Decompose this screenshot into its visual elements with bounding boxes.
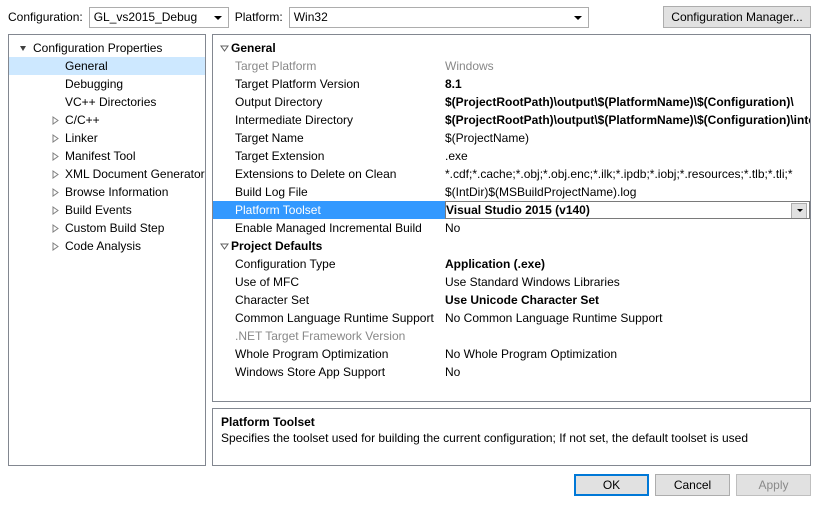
chevron-right-icon (49, 168, 61, 180)
property-row[interactable]: Output Directory$(ProjectRootPath)\outpu… (213, 93, 810, 111)
property-value[interactable]: Visual Studio 2015 (v140) (445, 201, 810, 219)
description-title: Platform Toolset (221, 415, 802, 429)
property-name: Target Platform Version (213, 77, 445, 91)
property-row[interactable]: Common Language Runtime SupportNo Common… (213, 309, 810, 327)
property-row[interactable]: Extensions to Delete on Clean*.cdf;*.cac… (213, 165, 810, 183)
property-value[interactable]: Use Unicode Character Set (445, 293, 810, 307)
chevron-down-icon (17, 42, 29, 54)
property-value[interactable]: Use Standard Windows Libraries (445, 275, 810, 289)
property-row[interactable]: Platform ToolsetVisual Studio 2015 (v140… (213, 201, 810, 219)
tree-item[interactable]: Manifest Tool (9, 147, 205, 165)
property-value[interactable]: No (445, 221, 810, 235)
property-name: Build Log File (213, 185, 445, 199)
description-panel: Platform Toolset Specifies the toolset u… (212, 408, 811, 466)
property-name: Intermediate Directory (213, 113, 445, 127)
main-area: Configuration PropertiesGeneralDebugging… (0, 34, 819, 466)
property-value[interactable]: Windows (445, 59, 810, 73)
property-row[interactable]: Use of MFCUse Standard Windows Libraries (213, 273, 810, 291)
chevron-right-icon (49, 240, 61, 252)
configuration-manager-button[interactable]: Configuration Manager... (663, 6, 811, 28)
property-name: Enable Managed Incremental Build (213, 221, 445, 235)
property-name: Extensions to Delete on Clean (213, 167, 445, 181)
property-value[interactable]: 8.1 (445, 77, 810, 91)
property-row[interactable]: Target Platform Version8.1 (213, 75, 810, 93)
property-value[interactable]: $(ProjectRootPath)\output\$(PlatformName… (445, 113, 810, 127)
property-name: Platform Toolset (213, 203, 445, 217)
chevron-down-icon (217, 242, 231, 251)
toolbar: Configuration: GL_vs2015_Debug Platform:… (0, 0, 819, 34)
chevron-right-icon (49, 186, 61, 198)
tree-item[interactable]: General (9, 57, 205, 75)
property-name: Target Extension (213, 149, 445, 163)
tree-item[interactable]: XML Document Generator (9, 165, 205, 183)
property-name: Character Set (213, 293, 445, 307)
property-row[interactable]: .NET Target Framework Version (213, 327, 810, 345)
description-text: Specifies the toolset used for building … (221, 431, 802, 445)
chevron-right-icon (49, 132, 61, 144)
tree-item[interactable]: Debugging (9, 75, 205, 93)
property-name: Common Language Runtime Support (213, 311, 445, 325)
property-name: .NET Target Framework Version (213, 329, 445, 343)
property-row[interactable]: Enable Managed Incremental BuildNo (213, 219, 810, 237)
tree-panel[interactable]: Configuration PropertiesGeneralDebugging… (8, 34, 206, 466)
property-value[interactable]: No (445, 365, 810, 379)
property-value[interactable]: No Common Language Runtime Support (445, 311, 810, 325)
property-row[interactable]: Build Log File$(IntDir)$(MSBuildProjectN… (213, 183, 810, 201)
footer: OK Cancel Apply (0, 466, 819, 504)
tree-item[interactable]: Linker (9, 129, 205, 147)
property-name: Target Name (213, 131, 445, 145)
property-value[interactable]: No Whole Program Optimization (445, 347, 810, 361)
ok-button[interactable]: OK (574, 474, 649, 496)
configuration-combo[interactable]: GL_vs2015_Debug (89, 7, 229, 28)
group-header[interactable]: Project Defaults (213, 237, 810, 255)
chevron-right-icon (49, 150, 61, 162)
configuration-value: GL_vs2015_Debug (94, 10, 197, 24)
property-row[interactable]: Target PlatformWindows (213, 57, 810, 75)
property-row[interactable]: Target Extension.exe (213, 147, 810, 165)
property-grid[interactable]: GeneralTarget PlatformWindowsTarget Plat… (212, 34, 811, 402)
group-header[interactable]: General (213, 39, 810, 57)
property-row[interactable]: Configuration TypeApplication (.exe) (213, 255, 810, 273)
property-value[interactable]: .exe (445, 149, 810, 163)
cancel-button[interactable]: Cancel (655, 474, 730, 496)
configuration-label: Configuration: (8, 10, 83, 24)
property-row[interactable]: Intermediate Directory$(ProjectRootPath)… (213, 111, 810, 129)
chevron-right-icon (49, 114, 61, 126)
property-value[interactable]: $(ProjectRootPath)\output\$(PlatformName… (445, 95, 810, 109)
property-name: Whole Program Optimization (213, 347, 445, 361)
tree-item[interactable]: Browse Information (9, 183, 205, 201)
tree-item[interactable]: Custom Build Step (9, 219, 205, 237)
tree-item[interactable]: VC++ Directories (9, 93, 205, 111)
property-name: Windows Store App Support (213, 365, 445, 379)
property-row[interactable]: Whole Program OptimizationNo Whole Progr… (213, 345, 810, 363)
tree-item[interactable]: Code Analysis (9, 237, 205, 255)
property-name: Use of MFC (213, 275, 445, 289)
property-value[interactable]: Application (.exe) (445, 257, 810, 271)
property-value[interactable]: $(ProjectName) (445, 131, 810, 145)
platform-combo[interactable]: Win32 (289, 7, 589, 28)
chevron-right-icon (49, 222, 61, 234)
property-row[interactable]: Character SetUse Unicode Character Set (213, 291, 810, 309)
property-row[interactable]: Windows Store App SupportNo (213, 363, 810, 381)
platform-label: Platform: (235, 10, 283, 24)
property-name: Configuration Type (213, 257, 445, 271)
property-value[interactable]: $(IntDir)$(MSBuildProjectName).log (445, 185, 810, 199)
chevron-down-icon (217, 44, 231, 53)
property-row[interactable]: Target Name$(ProjectName) (213, 129, 810, 147)
content-panel: GeneralTarget PlatformWindowsTarget Plat… (212, 34, 811, 466)
apply-button: Apply (736, 474, 811, 496)
tree-item[interactable]: Build Events (9, 201, 205, 219)
platform-value: Win32 (294, 10, 328, 24)
tree-item-root[interactable]: Configuration Properties (9, 39, 205, 57)
tree-item[interactable]: C/C++ (9, 111, 205, 129)
chevron-right-icon (49, 204, 61, 216)
property-name: Output Directory (213, 95, 445, 109)
property-value[interactable]: *.cdf;*.cache;*.obj;*.obj.enc;*.ilk;*.ip… (445, 167, 810, 181)
property-name: Target Platform (213, 59, 445, 73)
